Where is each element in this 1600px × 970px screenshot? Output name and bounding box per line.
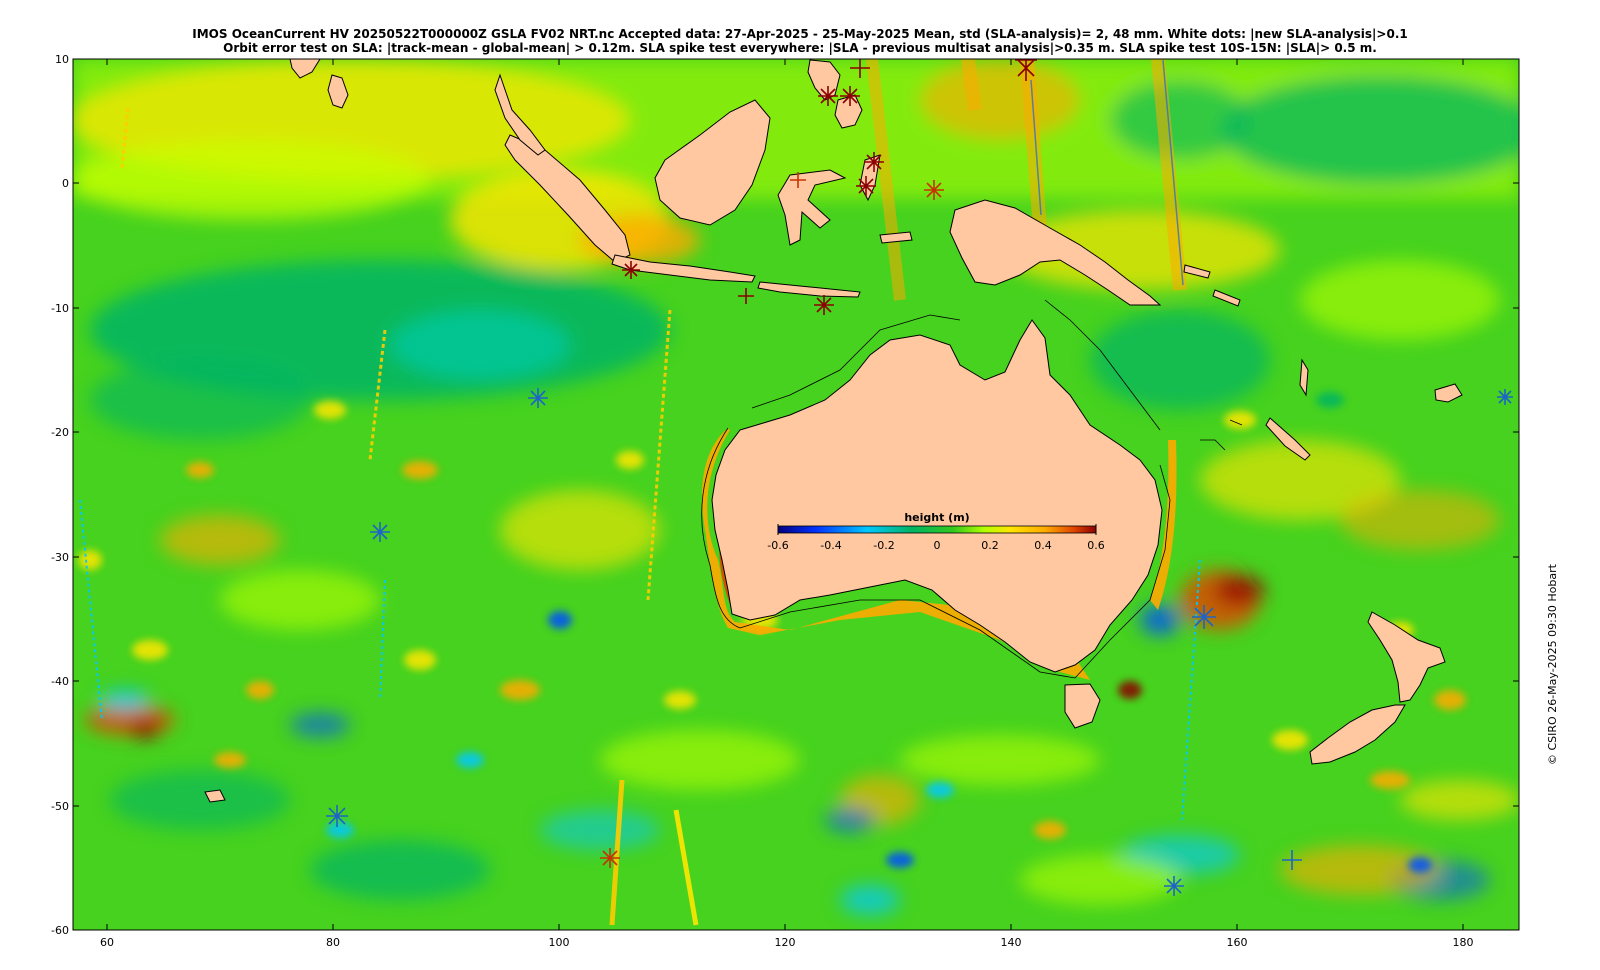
x-tick-label: 80 (326, 936, 340, 949)
y-tick-label: -30 (51, 551, 69, 564)
figure-title-line2: Orbit error test on SLA: |track-mean - g… (223, 41, 1377, 55)
sla-field: height (m) -0.6 -0.4 -0.2 0 0.2 0.4 0.6 (73, 59, 1519, 930)
x-tick-label: 60 (100, 936, 114, 949)
y-tick-label: 0 (62, 177, 69, 190)
colorbar-tick: 0.6 (1087, 539, 1105, 552)
colorbar-tick: 0.4 (1034, 539, 1052, 552)
x-tick-label: 100 (549, 936, 570, 949)
y-tick-label: -10 (51, 302, 69, 315)
x-tick-label: 120 (775, 936, 796, 949)
y-tick-label: -50 (51, 800, 69, 813)
figure-title-line1: IMOS OceanCurrent HV 20250522T000000Z GS… (192, 27, 1408, 41)
y-tick-label: -40 (51, 675, 69, 688)
x-tick-label: 140 (1001, 936, 1022, 949)
colorbar-tick: 0.2 (981, 539, 999, 552)
colorbar-tick: -0.4 (820, 539, 841, 552)
colorbar-tick: -0.6 (767, 539, 788, 552)
y-tick-label: -60 (51, 924, 69, 937)
y-tick-label: -20 (51, 426, 69, 439)
colorbar-tick: 0 (934, 539, 941, 552)
colorbar-title: height (m) (904, 511, 969, 524)
x-tick-label: 180 (1453, 936, 1474, 949)
x-tick-label: 160 (1227, 936, 1248, 949)
sla-map-figure: height (m) -0.6 -0.4 -0.2 0 0.2 0.4 0.6 (51, 53, 1520, 949)
copyright-credit: © CSIRO 26-May-2025 09:30 Hobart (1546, 564, 1559, 765)
colorbar-tick: -0.2 (873, 539, 894, 552)
